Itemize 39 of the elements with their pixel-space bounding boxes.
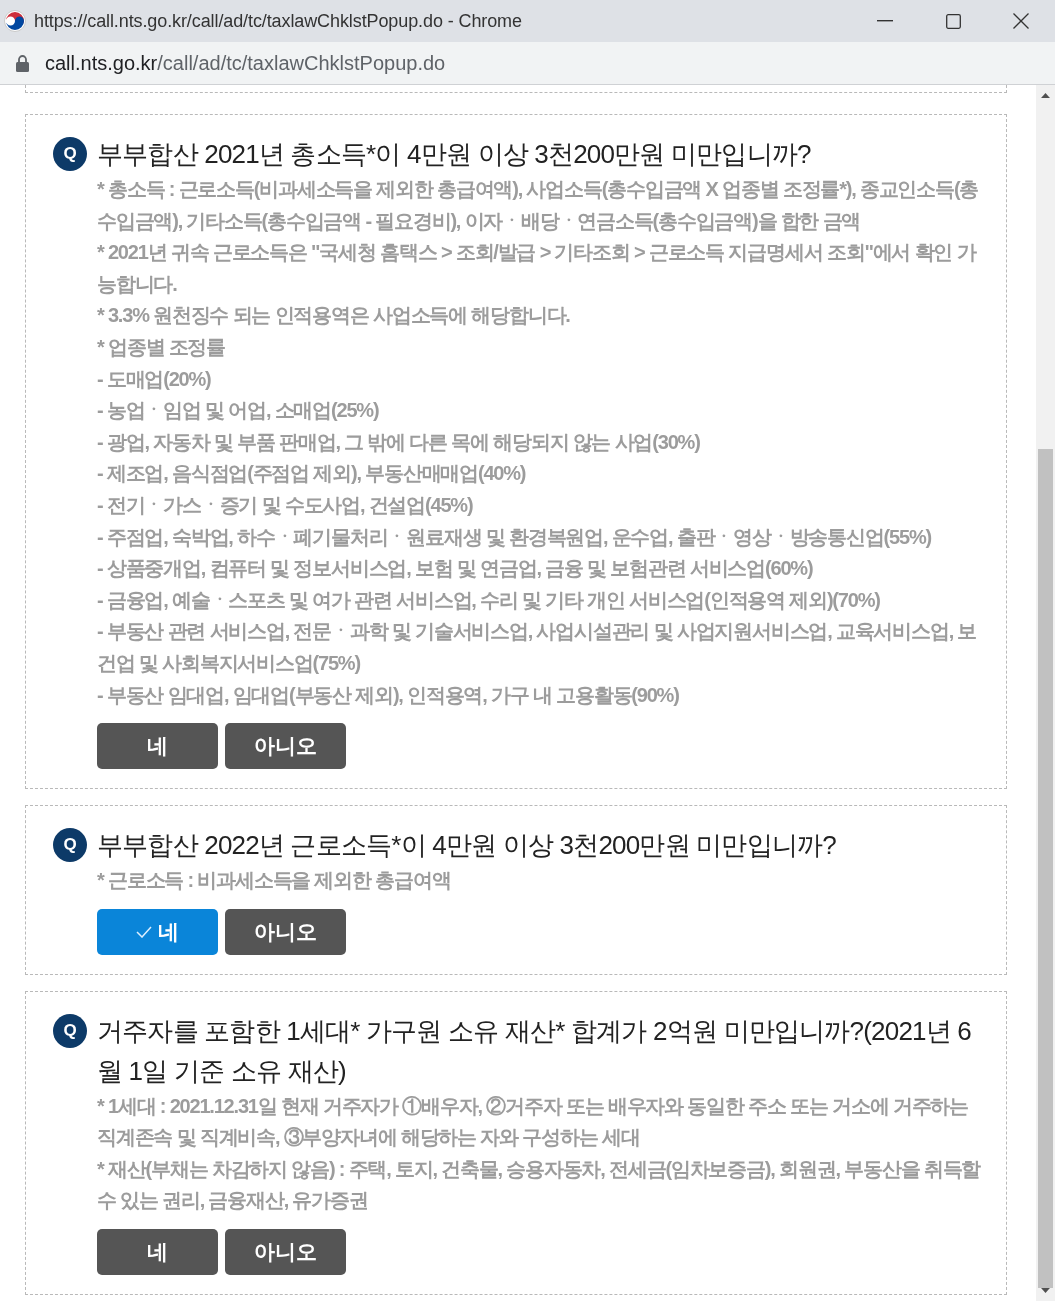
- note-text: - 상품중개업, 컴퓨터 및 정보서비스업, 보험 및 연금업, 금융 및 보험관련 서비스업(60%): [97, 556, 814, 582]
- window-title: https://call.nts.go.kr/call/ad/tc/taxlawChklstPopup.do - Chrome: [34, 9, 523, 33]
- favicon-icon: [4, 10, 26, 32]
- scroll-up-icon[interactable]: [1041, 93, 1050, 98]
- note-text: - 금융업, 예술ㆍ스포츠 및 여가 관련 서비스업, 수리 및 기타 개인 서비스업(인적용역 제외)(70%): [97, 587, 881, 613]
- close-icon[interactable]: [1013, 13, 1029, 29]
- note-text: - 부동산 임대업, 임대업(부동산 제외), 인적용역, 가구 내 고용활동(90%): [97, 682, 680, 708]
- note-text: - 전기ㆍ가스ㆍ증기 및 수도사업, 건설업(45%): [97, 492, 474, 518]
- url-text: call.nts.go.kr/call/ad/tc/taxlawChklstPopup.do: [45, 51, 446, 76]
- scrollbar-thumb[interactable]: [1038, 448, 1053, 1289]
- question-text: 부부합산 2021년 총소득*이 4만원 이상 3천200만원 미만입니까?: [97, 138, 812, 171]
- note-text: * 근로소득 : 비과세소득을 제외한 총급여액: [97, 868, 452, 894]
- check-icon: [136, 925, 152, 938]
- note-text: * 2021년 귀속 근로소득은 "국세청 홈택스 > 조회/발급 > 기타조회 > 근로소득 지급명세서 조회"에서 확인 가능합니다.: [97, 240, 977, 297]
- note-text: * 1세대 : 2021.12.31일 현재 거주자가 ①배우자, ②거주자 또는 배우자와 동일한 주소 또는 거소에 거주하는 직계존속 및 직계비속, ③부양자녀에 해당하는 자와 구성하는 세대: [97, 1093, 969, 1151]
- minimize-icon[interactable]: [877, 20, 893, 22]
- q-marker: Q: [53, 1013, 87, 1048]
- answer-button[interactable]: 네: [97, 1229, 218, 1276]
- note-text: - 부동산 관련 서비스업, 전문ㆍ과학 및 기술서비스업, 사업시설관리 및 사업지원서비스업, 교육서비스업, 보건업 및 사회복지서비스업(75%): [97, 619, 978, 676]
- note-text: - 도매업(20%): [97, 366, 212, 392]
- answer-button[interactable]: 아니오: [225, 723, 346, 770]
- note-text: - 제조업, 음식점업(주점업 제외), 부동산매매업(40%): [97, 461, 527, 487]
- answer-button[interactable]: 아니오: [225, 1229, 346, 1276]
- note-text: * 업종별 조정률: [97, 334, 227, 360]
- question-text: 거주자를 포함한 1세대* 가구원 소유 재산* 합계가 2억원 미만입니까?(2021년 6월 1일 기준 소유 재산): [97, 1014, 972, 1088]
- note-text: - 농업ㆍ임업 및 어업, 소매업(25%): [97, 398, 380, 424]
- answer-button[interactable]: 네: [97, 723, 218, 770]
- note-text: - 주점업, 숙박업, 하수ㆍ폐기물처리ㆍ원료재생 및 환경복원업, 운수업, 출판ㆍ영상ㆍ방송통신업(55%): [97, 524, 932, 550]
- maximize-icon[interactable]: [945, 13, 961, 29]
- answer-button[interactable]: 네: [97, 908, 218, 955]
- lock-icon: [16, 54, 29, 72]
- q-marker: Q: [53, 828, 87, 863]
- note-text: * 총소득 : 근로소득(비과세소득을 제외한 총급여액), 사업소득(총수입금액 X 업종별 조정률*), 종교인소득(총수입금액), 기타소득(총수입금액 - 필요경비), 이자ㆍ배당ㆍ연금소득(총수입금액)을 합한 금액: [97, 177, 980, 234]
- note-text: - 광업, 자동차 및 부품 판매업, 그 밖에 다른 목에 해당되지 않는 사업(30%): [97, 429, 701, 455]
- note-text: * 재산(부채는 차감하지 않음) : 주택, 토지, 건축물, 승용자동차, 전세금(임차보증금), 회원권, 부동산을 취득할 수 있는 권리, 금융재산, 유가증권: [97, 1156, 982, 1214]
- q-marker: Q: [53, 137, 87, 171]
- question-text: 부부합산 2022년 근로소득*이 4만원 이상 3천200만원 미만입니까?: [97, 829, 837, 863]
- note-text: * 3.3% 원천징수 되는 인적용역은 사업소득에 해당합니다.: [97, 303, 571, 329]
- answer-button[interactable]: 아니오: [225, 908, 346, 955]
